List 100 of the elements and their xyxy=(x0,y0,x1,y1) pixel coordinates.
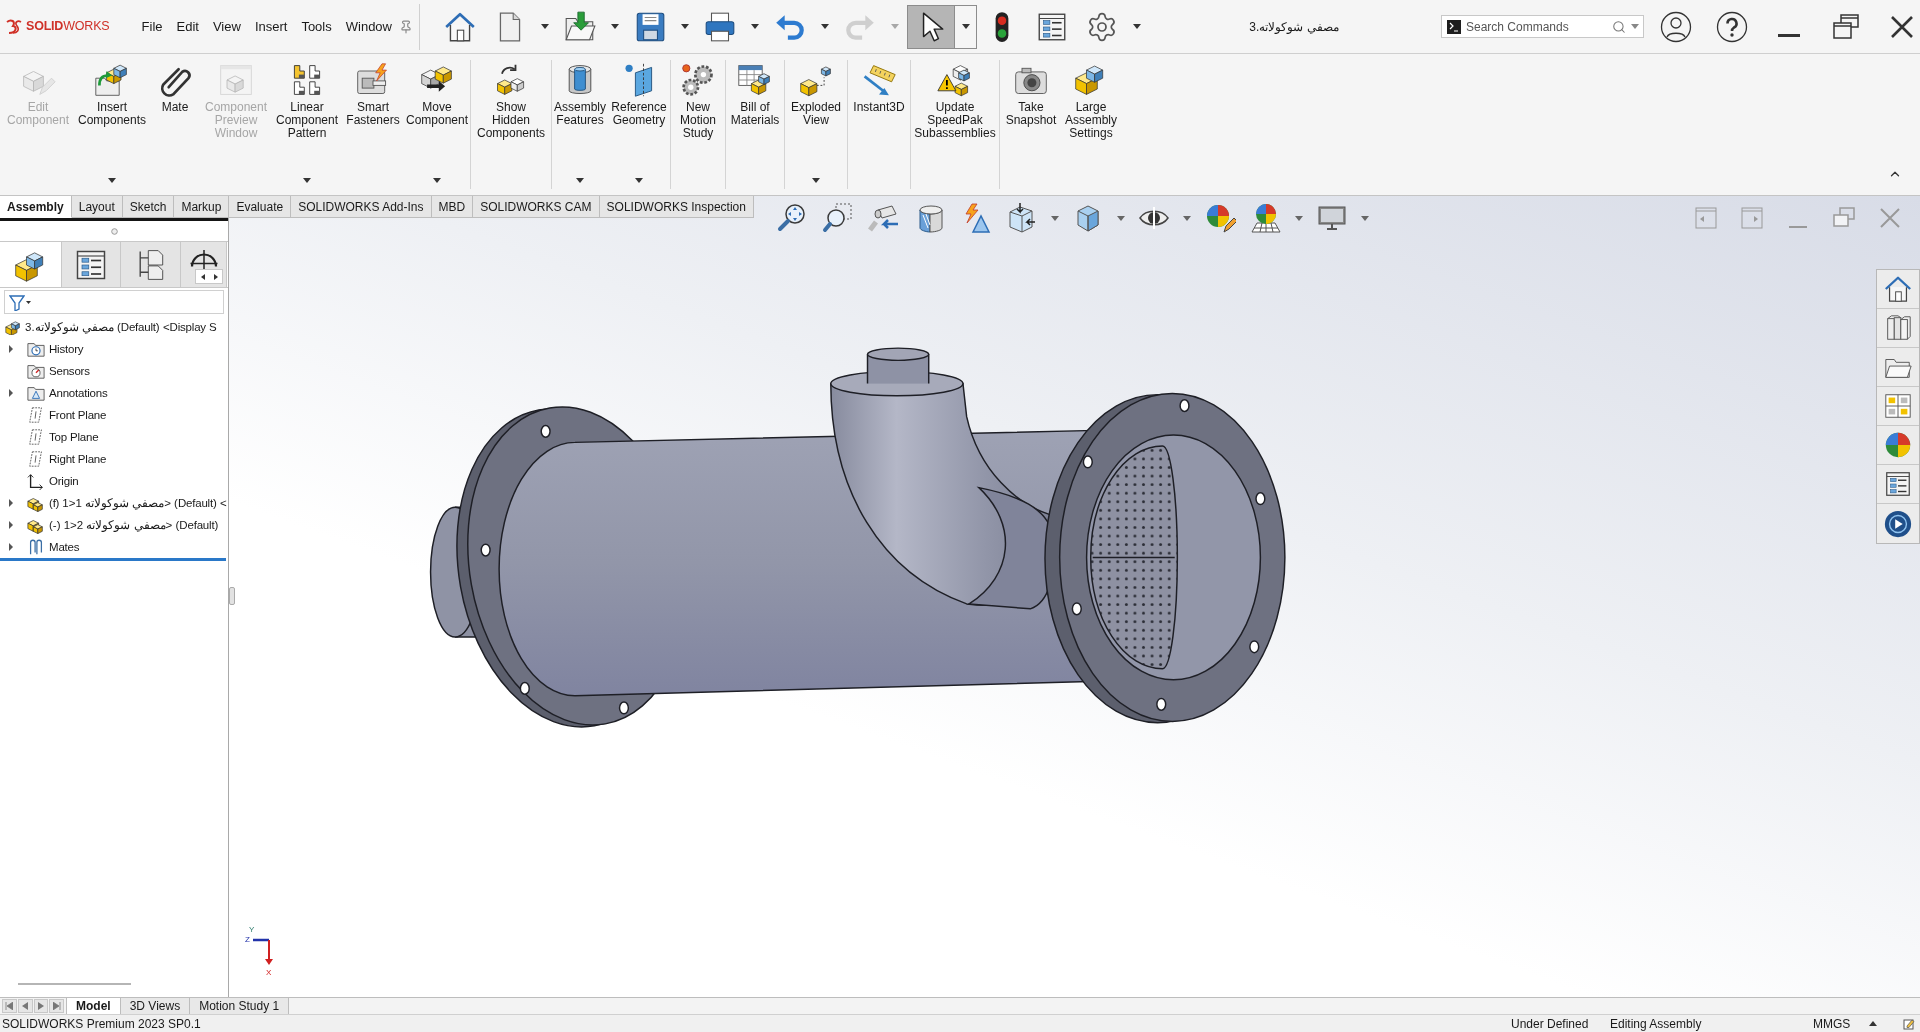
tree-item-label[interactable]: Annotations xyxy=(49,385,108,401)
ribbon-tab[interactable]: SOLIDWORKS Inspection xyxy=(599,196,754,218)
window-block-icon xyxy=(218,62,254,98)
ribbon-tab[interactable]: SOLIDWORKS Add-Ins xyxy=(291,196,432,218)
pin-button[interactable] xyxy=(399,19,413,34)
tab-scroll-button[interactable] xyxy=(49,999,64,1013)
grid-blocks-icon xyxy=(1883,391,1913,421)
tab-scroll-button[interactable] xyxy=(17,999,33,1013)
panel-arrow-right-icon xyxy=(1740,206,1764,230)
menu-item[interactable]: Edit xyxy=(169,16,206,37)
menu-item[interactable]: Insert xyxy=(247,16,295,37)
menu-item[interactable]: Tools xyxy=(294,16,339,37)
sheet-tab[interactable]: 3D Views xyxy=(120,998,191,1014)
menu-item[interactable]: View xyxy=(205,16,248,37)
restore-icon xyxy=(1832,206,1856,230)
menu-item[interactable]: Window xyxy=(338,16,399,37)
ribbon-button[interactable]: New Motion Study xyxy=(671,54,725,195)
menu-item[interactable]: File xyxy=(134,16,170,37)
caret-icon xyxy=(1133,24,1141,29)
ribbon-button[interactable]: Bill of Materials xyxy=(726,54,784,195)
ribbon-button[interactable]: Update SpeedPak Subassemblies xyxy=(911,54,999,195)
plane-icon xyxy=(27,450,45,468)
tree-item-label[interactable]: 3.مصفي شوكولاته (Default) <Display S xyxy=(25,319,217,335)
ribbon-tab[interactable]: Sketch xyxy=(122,196,175,218)
splitter-handle[interactable] xyxy=(229,587,235,605)
sheet-tab[interactable]: Motion Study 1 xyxy=(190,998,290,1014)
ribbon-button[interactable]: Assembly Features xyxy=(552,54,608,195)
caret-icon xyxy=(26,300,31,304)
ribbon-button[interactable]: Mate xyxy=(150,54,200,195)
panel-arrow-left-icon xyxy=(1694,206,1718,230)
search-icon xyxy=(1612,19,1626,34)
ribbon-button[interactable]: Show Hidden Components xyxy=(471,54,551,195)
caret-icon xyxy=(1183,215,1191,221)
ribbon-button[interactable]: Exploded View xyxy=(785,54,847,195)
tab-scroll-button[interactable] xyxy=(2,999,17,1013)
ribbon-tab[interactable]: Evaluate xyxy=(229,196,292,218)
ribbon-button[interactable]: Reference Geometry xyxy=(608,54,670,195)
tree-item-label[interactable]: Right Plane xyxy=(49,451,107,467)
ribbon-button[interactable]: Linear Component Pattern xyxy=(272,54,342,195)
panel-tab[interactable] xyxy=(62,242,121,287)
close-icon xyxy=(1879,207,1901,229)
terminal-icon xyxy=(1447,19,1461,34)
tree-item-label[interactable]: Origin xyxy=(49,473,79,489)
tree-item-label[interactable]: History xyxy=(49,341,84,357)
plane-icon xyxy=(27,406,45,424)
plane-icon xyxy=(27,428,45,446)
ribbon-tab[interactable]: Layout xyxy=(71,196,123,218)
horizontal-scrollbar[interactable] xyxy=(18,983,131,985)
color-ball-pencil-icon xyxy=(1204,202,1236,234)
ribbon-button[interactable]: Move Component xyxy=(404,54,470,195)
ribbon-button[interactable]: Large Assembly Settings xyxy=(1062,54,1120,195)
settings-icon xyxy=(1086,10,1118,43)
ribbon-button[interactable]: Smart Fasteners xyxy=(342,54,404,195)
status-note-icon xyxy=(1903,1017,1915,1030)
magnifier-box-icon xyxy=(822,202,854,234)
ribbon-button[interactable]: Instant3D xyxy=(848,54,910,195)
close-icon xyxy=(1889,13,1915,40)
minimize-icon xyxy=(1778,33,1800,37)
ribbon-tab[interactable]: MBD xyxy=(431,196,474,218)
status-field: MMGS xyxy=(1813,1016,1851,1031)
status-field: Editing Assembly xyxy=(1610,1016,1702,1031)
pipe-arrow-icon xyxy=(868,202,900,234)
tree-item-label[interactable]: (f) مصفي شوكولاته 1<1> (Default) < xyxy=(49,495,227,511)
tab-scroll-button[interactable] xyxy=(33,999,49,1013)
ruler-arrow-icon xyxy=(861,62,897,98)
tree-item-label[interactable]: Front Plane xyxy=(49,407,107,423)
caret-right-icon xyxy=(36,1002,45,1010)
ribbon-tab[interactable]: Assembly xyxy=(0,196,72,218)
ribbon-button[interactable]: Take Snapshot xyxy=(1000,54,1062,195)
caret-right-icon xyxy=(213,273,218,280)
caret-icon xyxy=(681,24,689,29)
caret-up-icon xyxy=(1869,1021,1877,1026)
select-button[interactable] xyxy=(907,4,955,49)
tree-item-label[interactable]: Sensors xyxy=(49,363,90,379)
caret-icon xyxy=(821,24,829,29)
tree-item-label[interactable]: Mates xyxy=(49,539,80,555)
caret-icon xyxy=(1295,215,1303,221)
axis-label: Y xyxy=(249,925,255,934)
list-icon xyxy=(1883,469,1913,499)
cube-arrows-icon xyxy=(1006,202,1038,234)
pin-icon xyxy=(399,19,413,34)
tree-item-label[interactable]: Top Plane xyxy=(49,429,99,445)
ribbon-tab[interactable]: SOLIDWORKS CAM xyxy=(473,196,600,218)
sheet-tab[interactable]: Model xyxy=(67,998,121,1014)
tree-item-label[interactable]: (-) مصفي شوكولاته 2<1> (Default) xyxy=(49,517,219,533)
block-cube-icon xyxy=(5,319,21,335)
caret-left-icon xyxy=(200,273,205,280)
ribbon-button[interactable]: Insert Components xyxy=(74,54,150,195)
filter-field[interactable] xyxy=(4,290,224,314)
user-icon xyxy=(1660,10,1692,43)
restore-icon xyxy=(1832,12,1860,41)
search-bar[interactable]: Search Commands xyxy=(1441,15,1644,38)
caret-icon xyxy=(1051,215,1059,221)
axis-label: Z xyxy=(245,935,250,944)
paperclips-icon xyxy=(27,538,45,556)
ribbon-tab[interactable]: Markup xyxy=(174,196,230,218)
caret-icon xyxy=(541,24,549,29)
search-field[interactable]: Search Commands xyxy=(1466,17,1607,36)
table-cube-icon xyxy=(737,62,773,98)
axis-label: X xyxy=(266,968,272,977)
